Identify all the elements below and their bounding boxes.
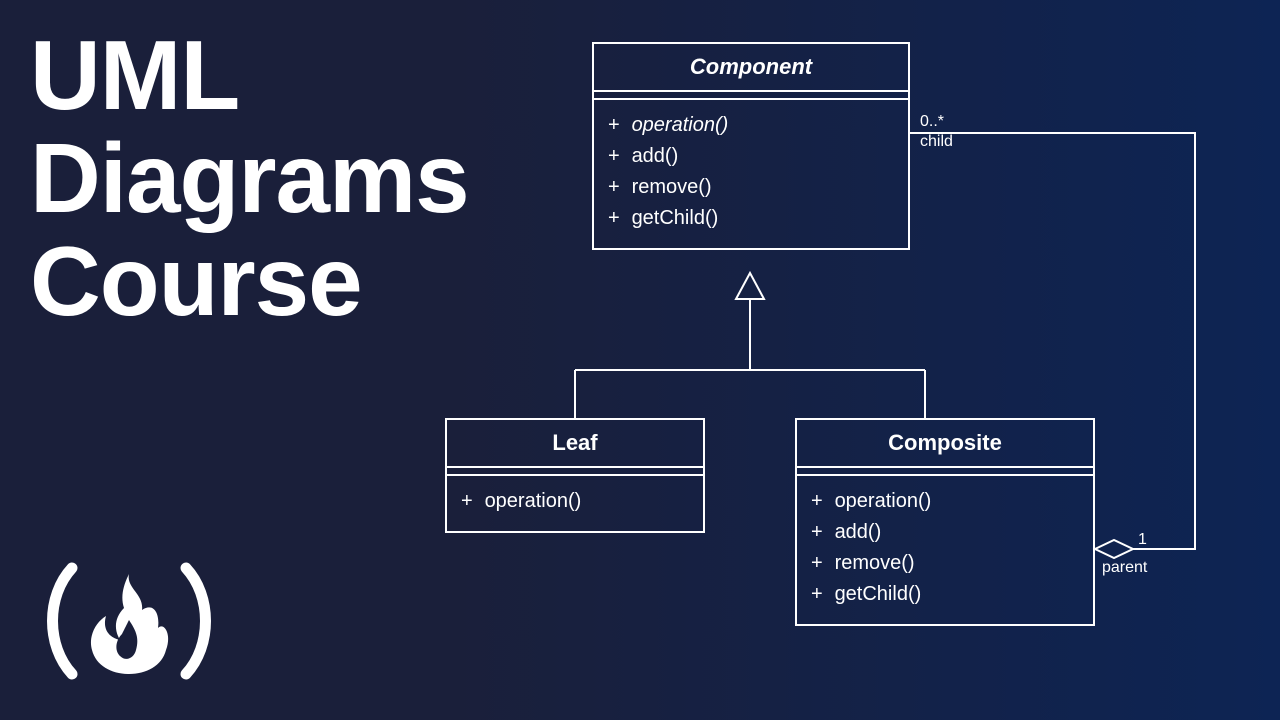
uml-operation: + operation() <box>461 486 689 517</box>
uml-attr-compartment <box>797 468 1093 476</box>
uml-class-name: Composite <box>797 420 1093 468</box>
uml-operation: + remove() <box>811 548 1079 579</box>
uml-op-compartment: + operation() <box>447 476 703 531</box>
uml-attr-compartment <box>447 468 703 476</box>
uml-class-name: Component <box>594 44 908 92</box>
multiplicity-child: 0..* <box>920 112 944 131</box>
uml-op-compartment: + operation() + add() + remove() + getCh… <box>594 100 908 248</box>
uml-operation: + getChild() <box>811 579 1079 610</box>
uml-class-component: Component + operation() + add() + remove… <box>592 42 910 250</box>
uml-operation: + operation() <box>811 486 1079 517</box>
uml-operation: + remove() <box>608 172 894 203</box>
uml-attr-compartment <box>594 92 908 100</box>
uml-operation: + add() <box>608 141 894 172</box>
uml-operation: + getChild() <box>608 203 894 234</box>
uml-class-composite: Composite + operation() + add() + remove… <box>795 418 1095 626</box>
uml-operation: + operation() <box>608 110 894 141</box>
multiplicity-parent: 1 <box>1138 530 1147 549</box>
uml-class-diagram: Component + operation() + add() + remove… <box>0 0 1280 720</box>
role-child: child <box>920 132 953 151</box>
uml-operation: + add() <box>811 517 1079 548</box>
uml-class-name: Leaf <box>447 420 703 468</box>
role-parent: parent <box>1102 558 1147 577</box>
uml-op-compartment: + operation() + add() + remove() + getCh… <box>797 476 1093 624</box>
uml-class-leaf: Leaf + operation() <box>445 418 705 533</box>
